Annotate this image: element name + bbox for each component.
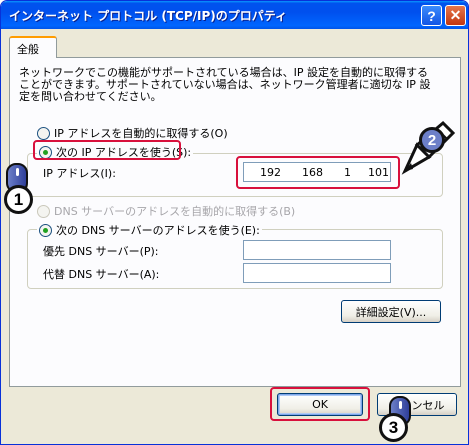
description-text: ネットワークでこの機能がサポートされている場合は、IP 設定を自動的に取得する … [19, 67, 430, 103]
dns-auto-radio [37, 204, 50, 218]
step-3-badge: 3 [379, 413, 408, 442]
close-button[interactable]: ✕ [445, 5, 466, 26]
description-line: 定を問い合わせてください。 [19, 90, 162, 103]
step-1-badge: 1 [4, 185, 33, 214]
dns-manual-radio[interactable] [39, 223, 52, 237]
preferred-dns-label: 優先 DNS サーバー(P): [43, 245, 159, 258]
dns-manual-label: 次の DNS サーバーのアドレスを使う(E): [56, 224, 260, 237]
alternate-dns-label: 代替 DNS サーバー(A): [43, 268, 160, 281]
dns-manual-option[interactable]: 次の DNS サーバーのアドレスを使う(E): [37, 222, 262, 238]
ip-auto-radio[interactable] [37, 126, 50, 140]
properties-dialog: インターネット プロトコル (TCP/IP)のプロパティ ? ✕ 全般 ネットワ… [0, 0, 469, 445]
tab-general[interactable]: 全般 [9, 36, 57, 58]
ip-auto-label: IP アドレスを自動的に取得する(O) [54, 127, 228, 140]
help-button[interactable]: ? [421, 5, 442, 26]
dns-auto-label: DNS サーバーのアドレスを自動的に取得する(B) [54, 205, 296, 218]
preferred-dns-input[interactable] [243, 240, 391, 260]
ip-auto-option[interactable]: IP アドレスを自動的に取得する(O) [37, 125, 228, 141]
window-title: インターネット プロトコル (TCP/IP)のプロパティ [9, 9, 288, 23]
ip-address-label: IP アドレス(I): [43, 167, 116, 180]
title-bar[interactable]: インターネット プロトコル (TCP/IP)のプロパティ ? ✕ [1, 1, 468, 29]
highlight-ip-address [236, 156, 400, 189]
dns-auto-option: DNS サーバーのアドレスを自動的に取得する(B) [37, 203, 295, 219]
highlight-manual-ip [33, 140, 181, 160]
alternate-dns-input[interactable] [243, 263, 391, 283]
highlight-ok-button [270, 387, 370, 421]
advanced-button[interactable]: 詳細設定(V)... [341, 300, 441, 323]
step-2-badge: 2 [419, 127, 445, 153]
